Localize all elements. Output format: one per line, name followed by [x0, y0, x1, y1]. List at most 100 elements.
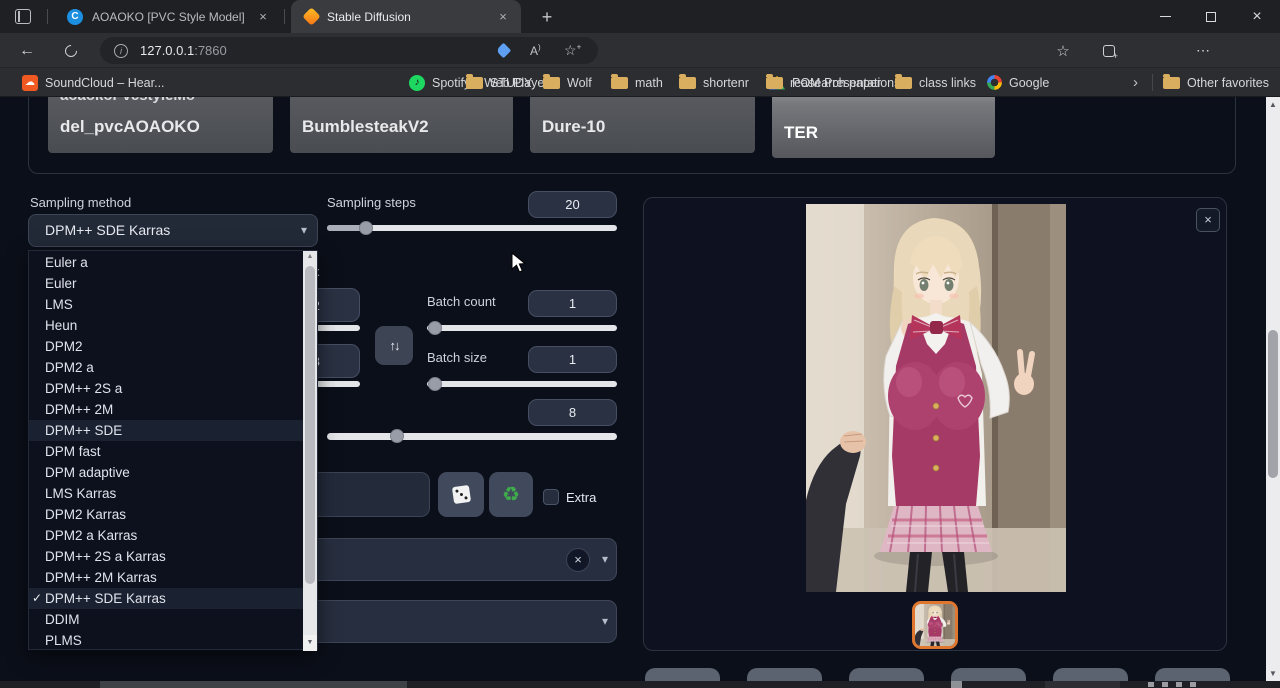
- dropdown-option[interactable]: Heun: [29, 315, 305, 336]
- back-button[interactable]: ←: [14, 33, 40, 68]
- page-scrollbar-thumb[interactable]: [1268, 330, 1278, 478]
- bookmarks-overflow-chevron[interactable]: ›: [1133, 68, 1138, 97]
- other-favorites[interactable]: Other favorites: [1163, 68, 1269, 97]
- dropdown-option[interactable]: DPM adaptive: [29, 462, 305, 483]
- swap-icon: ↑↓: [390, 338, 399, 353]
- sampling-steps-input[interactable]: 20: [528, 191, 617, 218]
- model-card-del-pvcAOAOKO[interactable]: aoaokoPvcstyleMo del_pvcAOAOKO: [48, 97, 273, 153]
- scroll-down-icon[interactable]: ▼: [303, 635, 317, 651]
- close-window-button[interactable]: ×: [1234, 0, 1280, 33]
- batch-size-input[interactable]: 1: [528, 346, 617, 373]
- clear-icon[interactable]: ×: [566, 548, 590, 572]
- scroll-up-icon[interactable]: ▲: [1266, 100, 1280, 109]
- dropdown-option[interactable]: LMS: [29, 294, 305, 315]
- bookmark-reasearch-paper[interactable]: reasearch paper: [766, 68, 881, 97]
- batch-count-label: Batch count: [427, 294, 496, 309]
- batch-count-input[interactable]: 1: [528, 290, 617, 317]
- taskbar-peek-block: [1045, 681, 1120, 688]
- scroll-down-icon[interactable]: ▼: [1266, 669, 1280, 678]
- page-scrollbar[interactable]: ▲ ▼: [1266, 97, 1280, 681]
- tag-icon[interactable]: [496, 43, 512, 59]
- dropdown-option[interactable]: DPM++ 2M Karras: [29, 567, 305, 588]
- extra-checkbox-label: Extra: [566, 490, 596, 505]
- bookmark-class-links[interactable]: class links: [895, 68, 976, 97]
- scroll-up-icon[interactable]: ▲: [303, 253, 317, 260]
- dropdown-option[interactable]: DPM2: [29, 336, 305, 357]
- batch-count-slider[interactable]: [427, 325, 617, 331]
- add-favorite-icon[interactable]: ☆+: [564, 42, 581, 59]
- model-card-dure10[interactable]: Dure-10: [530, 97, 755, 153]
- bookmark-soundcloud[interactable]: ☁ SoundCloud – Hear...: [22, 68, 165, 97]
- bottom-scrollbar-thumb[interactable]: [100, 681, 407, 688]
- url-host: 127.0.0.1: [140, 43, 194, 58]
- taskbar-peek-icon: [951, 681, 962, 688]
- bookmark-wolf[interactable]: Wolf: [543, 68, 592, 97]
- model-card-bumblesteak[interactable]: BumblesteakV2: [290, 97, 513, 153]
- address-bar[interactable]: i 127.0.0.1:7860 A) ☆+: [100, 37, 598, 64]
- site-info-icon[interactable]: i: [114, 44, 128, 58]
- refresh-button[interactable]: [58, 33, 84, 68]
- dropdown-option[interactable]: Euler: [29, 273, 305, 294]
- collections-icon[interactable]: +: [1096, 33, 1122, 68]
- maximize-button[interactable]: [1188, 0, 1234, 33]
- mouse-cursor: [511, 252, 531, 274]
- dropdown-option[interactable]: DPM++ 2S a: [29, 378, 305, 399]
- tab-actions-icon[interactable]: [15, 9, 31, 24]
- url-port: :7860: [194, 43, 227, 58]
- dropdown-option-selected[interactable]: ✓ DPM++ SDE Karras: [29, 588, 305, 609]
- extra-checkbox[interactable]: [543, 489, 559, 505]
- gallery-thumbnail[interactable]: [912, 601, 958, 649]
- cfg-scale-slider[interactable]: [327, 433, 617, 440]
- generated-image[interactable]: [806, 204, 1066, 592]
- dropdown-option[interactable]: LMS Karras: [29, 483, 305, 504]
- cfg-scale-slider-knob[interactable]: [390, 429, 404, 443]
- dropdown-option[interactable]: DPM2 Karras: [29, 504, 305, 525]
- cfg-scale-input[interactable]: 8: [528, 399, 617, 426]
- reuse-seed-button[interactable]: ♻: [489, 472, 533, 517]
- dropdown-option[interactable]: DPM++ 2S a Karras: [29, 546, 305, 567]
- folder-icon: [766, 77, 783, 89]
- dropdown-scrollbar-thumb[interactable]: [305, 266, 315, 584]
- batch-size-slider[interactable]: [427, 381, 617, 387]
- dropdown-option[interactable]: DPM2 a Karras: [29, 525, 305, 546]
- browser-toolbar: ← i 127.0.0.1:7860 A) ☆+ O » ✦ IA AD S ◉…: [0, 33, 1280, 68]
- tab-civitai[interactable]: C AOAOKO [PVC Style Model] - PV ×: [55, 0, 283, 33]
- tab-close-icon[interactable]: ×: [255, 9, 271, 24]
- read-aloud-icon[interactable]: A): [530, 43, 541, 58]
- sampling-steps-slider-knob[interactable]: [359, 221, 373, 235]
- bookmark-study[interactable]: STUDY: [466, 68, 532, 97]
- taskbar-peek-glyph: [1162, 682, 1168, 687]
- dropdown-option[interactable]: Euler a: [29, 252, 305, 273]
- close-gallery-button[interactable]: ×: [1196, 208, 1220, 232]
- more-menu-icon[interactable]: ⋯: [1190, 33, 1216, 68]
- dropdown-option[interactable]: DDIM: [29, 609, 305, 630]
- dropdown-option[interactable]: PLMS: [29, 630, 305, 651]
- folder-icon: [679, 77, 696, 89]
- minimize-button[interactable]: [1142, 0, 1188, 33]
- sampling-method-select[interactable]: DPM++ SDE Karras ▾: [28, 214, 318, 247]
- new-tab-button[interactable]: +: [535, 5, 559, 29]
- folder-icon: [611, 77, 628, 89]
- random-seed-button[interactable]: [438, 472, 484, 517]
- batch-count-slider-knob[interactable]: [428, 321, 442, 335]
- bookmark-shortenr[interactable]: shortenr: [679, 68, 749, 97]
- bookmarks-bar: ☁ SoundCloud – Hear... ♪ Spotify – Web P…: [0, 68, 1280, 97]
- sampling-method-label: Sampling method: [30, 195, 131, 210]
- dropdown-scrollbar[interactable]: ▲ ▼: [303, 251, 317, 651]
- dropdown-option[interactable]: DPM fast: [29, 441, 305, 462]
- tab-close-icon[interactable]: ×: [495, 9, 511, 24]
- bottom-scrollbar-track[interactable]: [0, 681, 1280, 688]
- screen: C AOAOKO [PVC Style Model] - PV × Stable…: [0, 0, 1280, 688]
- batch-size-slider-knob[interactable]: [428, 377, 442, 391]
- bookmark-google[interactable]: Google: [987, 68, 1049, 97]
- folder-icon: [466, 77, 483, 89]
- model-card-ter[interactable]: TER: [772, 97, 995, 158]
- bookmark-math[interactable]: math: [611, 68, 663, 97]
- dropdown-option[interactable]: DPM2 a: [29, 357, 305, 378]
- swap-dimensions-button[interactable]: ↑↓: [375, 326, 413, 365]
- tab-strip: C AOAOKO [PVC Style Model] - PV × Stable…: [0, 0, 1280, 33]
- dropdown-option-hovered[interactable]: DPM++ SDE: [29, 420, 305, 441]
- favorites-hub-icon[interactable]: ☆: [1050, 33, 1076, 68]
- tab-stable-diffusion[interactable]: Stable Diffusion ×: [291, 0, 521, 33]
- dropdown-option[interactable]: DPM++ 2M: [29, 399, 305, 420]
